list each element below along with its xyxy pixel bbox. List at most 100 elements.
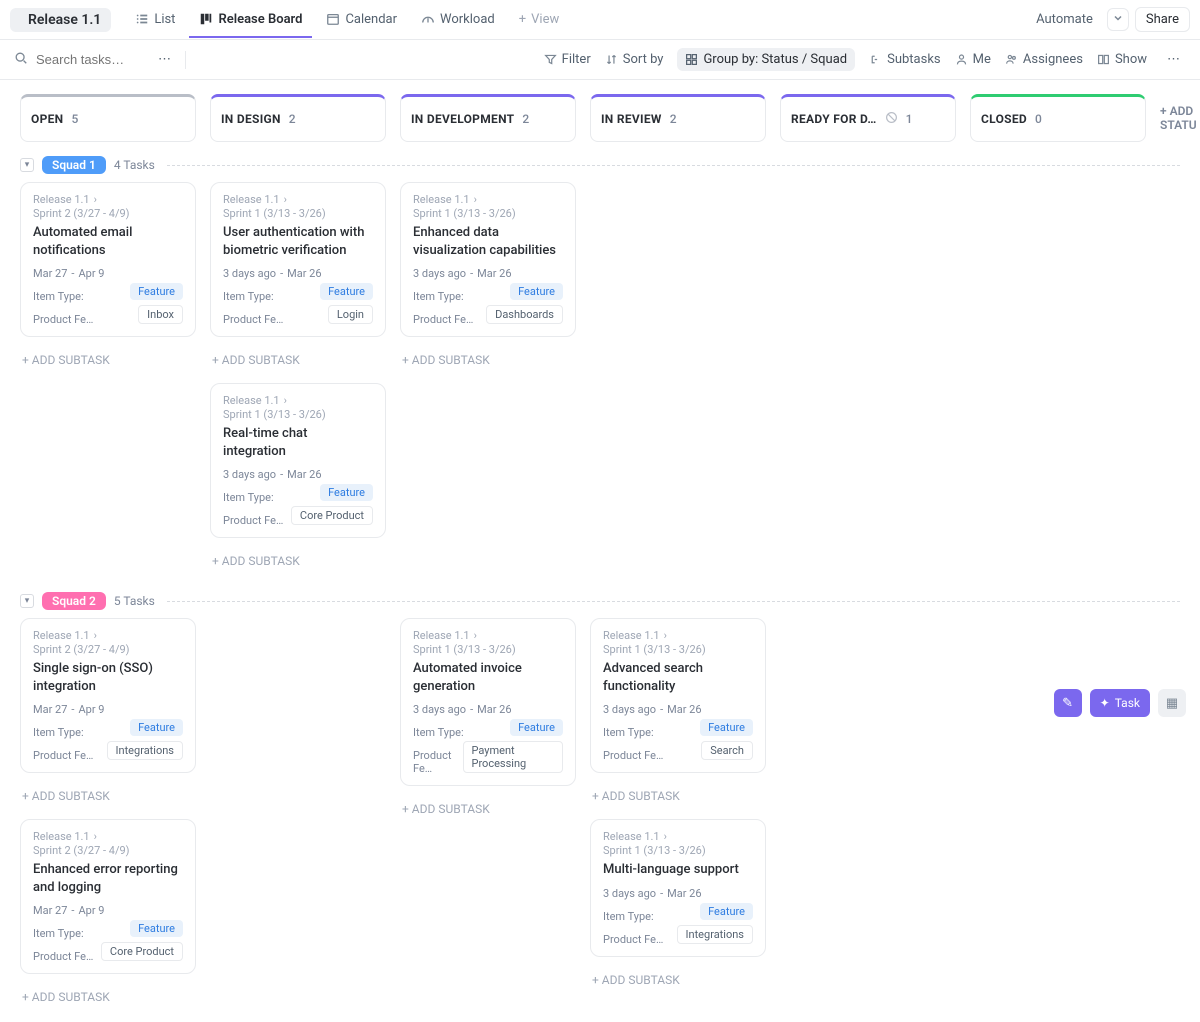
squad2-badge[interactable]: Squad 2 [42,592,106,610]
tab-workload[interactable]: Workload [411,2,505,38]
col-ready[interactable]: READY FOR D… 1 [780,94,956,142]
col-open-label: OPEN [31,112,63,126]
add-subtask-button[interactable]: ADD SUBTASK [590,785,766,807]
card-title: Automated email notifications [33,224,183,259]
me-label: Me [973,52,991,67]
search-input[interactable] [34,51,144,68]
blocked-icon [885,111,898,127]
item-type-label: Item Type: [33,927,84,940]
note-button[interactable]: ✎ [1054,689,1082,717]
crumb-proj: Release 1.1 [33,629,90,642]
date-end: Mar 26 [287,468,321,481]
col-design[interactable]: IN DESIGN 2 [210,94,386,142]
sort-button[interactable]: Sort by [605,52,664,67]
add-subtask-button[interactable]: ADD SUBTASK [400,798,576,820]
card-dates: 3 days ago- Mar 26 [603,887,753,900]
show-button[interactable]: Show [1097,52,1147,67]
date-end: Apr 9 [78,267,104,280]
crumb-proj: Release 1.1 [413,193,470,206]
card-sso[interactable]: Release 1.1› Sprint 2 (3/27 - 4/9) Singl… [20,618,196,773]
me-button[interactable]: Me [955,52,991,67]
col-dev-count: 2 [522,112,529,126]
card-chat-integration[interactable]: Release 1.1› Sprint 1 (3/13 - 3/26) Real… [210,383,386,538]
more-icon[interactable]: ⋯ [1161,50,1186,69]
crumb-proj: Release 1.1 [603,830,660,843]
sq2-col-open: Release 1.1› Sprint 2 (3/27 - 4/9) Singl… [20,618,196,1008]
tab-list[interactable]: List [125,2,185,38]
product-feat-label: Product Fe… [33,749,93,762]
sq1-col-closed [970,182,1146,572]
project-title-chip[interactable]: Release 1.1 [10,8,111,32]
card-dates: Mar 27- Apr 9 [33,267,183,280]
card-dates: 3 days ago- Mar 26 [413,267,563,280]
crumb: Release 1.1› Sprint 2 (3/27 - 4/9) [33,830,183,857]
feature-pill: Feature [320,484,373,501]
sq1-col-design: Release 1.1› Sprint 1 (3/13 - 3/26) User… [210,182,386,572]
filter-button[interactable]: Filter [544,52,591,67]
feature-pill: Feature [510,283,563,300]
tab-calendar-label: Calendar [345,12,397,27]
crumb-sprint: Sprint 1 (3/13 - 3/26) [603,643,706,656]
add-status-button[interactable]: + ADD STATU [1160,94,1200,142]
crumb: Release 1.1› Sprint 1 (3/13 - 3/26) [603,830,753,857]
card-email-notifications[interactable]: Release 1.1› Sprint 2 (3/27 - 4/9) Autom… [20,182,196,337]
col-open[interactable]: OPEN 5 [20,94,196,142]
sq2-col-design [210,618,386,1008]
product-feat-label: Product Fe… [413,749,463,775]
card-dates: Mar 27- Apr 9 [33,904,183,917]
automate-button[interactable]: Automate [1023,8,1101,31]
lane-squad2-header: ▾ Squad 2 5 Tasks [0,586,1200,618]
add-subtask-button[interactable]: ADD SUBTASK [590,969,766,991]
item-type-label: Item Type: [223,290,274,303]
lane2-collapse-icon[interactable]: ▾ [20,594,34,608]
add-subtask-label: ADD SUBTASK [222,554,300,568]
col-design-count: 2 [289,112,296,126]
item-type-label: Item Type: [33,726,84,739]
item-type-label: Item Type: [413,726,464,739]
tag-core-product: Core Product [291,506,373,525]
tab-add-view[interactable]: + View [509,2,570,38]
lane1-collapse-icon[interactable]: ▾ [20,158,34,172]
crumb-proj: Release 1.1 [603,629,660,642]
date-end: Mar 26 [667,887,701,900]
columns-header: OPEN 5 IN DESIGN 2 IN DEVELOPMENT 2 IN R… [0,80,1200,150]
automate-label: Automate [1036,12,1093,27]
tab-calendar[interactable]: Calendar [316,2,407,38]
card-title: Single sign-on (SSO) integration [33,660,183,695]
crumb-sprint: Sprint 2 (3/27 - 4/9) [33,844,130,857]
col-dev-label: IN DEVELOPMENT [411,112,514,126]
card-data-viz[interactable]: Release 1.1› Sprint 1 (3/13 - 3/26) Enha… [400,182,576,337]
search-kebab-icon[interactable]: ⋯ [158,52,171,67]
apps-button[interactable]: ▦ [1158,689,1186,717]
tab-board[interactable]: Release Board [189,2,312,38]
add-subtask-button[interactable]: ADD SUBTASK [210,349,386,371]
add-subtask-button[interactable]: ADD SUBTASK [20,785,196,807]
assignees-button[interactable]: Assignees [1005,52,1083,67]
card-user-auth[interactable]: Release 1.1› Sprint 1 (3/13 - 3/26) User… [210,182,386,337]
card-title: Advanced search functionality [603,660,753,695]
add-subtask-label: ADD SUBTASK [602,789,680,803]
add-subtask-button[interactable]: ADD SUBTASK [210,550,386,572]
col-dev[interactable]: IN DEVELOPMENT 2 [400,94,576,142]
crumb: Release 1.1› Sprint 2 (3/27 - 4/9) [33,629,183,656]
add-subtask-button[interactable]: ADD SUBTASK [20,349,196,371]
card-invoice-gen[interactable]: Release 1.1› Sprint 1 (3/13 - 3/26) Auto… [400,618,576,786]
topbar: Release 1.1 List Release Board Calendar … [0,0,1200,40]
share-button[interactable]: Share [1135,7,1190,32]
new-task-button[interactable]: ✦ Task [1090,689,1150,717]
card-multilang[interactable]: Release 1.1› Sprint 1 (3/13 - 3/26) Mult… [590,819,766,957]
card-search[interactable]: Release 1.1› Sprint 1 (3/13 - 3/26) Adva… [590,618,766,773]
col-closed[interactable]: CLOSED 0 [970,94,1146,142]
card-error-reporting[interactable]: Release 1.1› Sprint 2 (3/27 - 4/9) Enhan… [20,819,196,974]
squad1-badge[interactable]: Squad 1 [42,156,106,174]
crumb-proj: Release 1.1 [33,193,90,206]
add-subtask-label: ADD SUBTASK [602,973,680,987]
group-by-chip[interactable]: Group by: Status / Squad [677,48,855,71]
automate-chevron[interactable] [1107,8,1129,31]
date-start: 3 days ago [413,267,466,280]
col-review[interactable]: IN REVIEW 2 [590,94,766,142]
tag-integrations: Integrations [677,925,753,944]
add-subtask-button[interactable]: ADD SUBTASK [20,986,196,1008]
subtasks-button[interactable]: Subtasks [869,52,941,67]
add-subtask-button[interactable]: ADD SUBTASK [400,349,576,371]
